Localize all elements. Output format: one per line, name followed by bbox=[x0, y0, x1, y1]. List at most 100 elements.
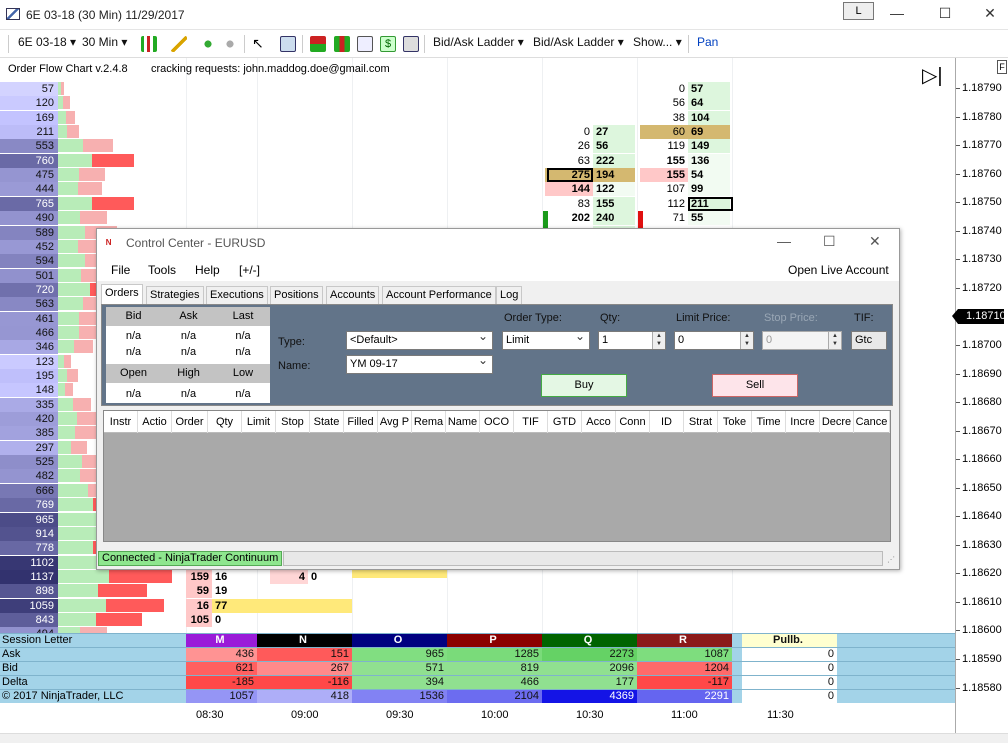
menu-file[interactable]: File bbox=[111, 263, 130, 277]
remove-indicator-icon[interactable] bbox=[222, 36, 238, 52]
menu-expand[interactable]: [+/-] bbox=[239, 263, 260, 277]
orders-grid-column-header[interactable]: Actio bbox=[138, 411, 172, 433]
orders-grid-column-header[interactable]: Avg P bbox=[378, 411, 412, 433]
orders-grid-column-header[interactable]: Toke bbox=[718, 411, 752, 433]
zoom-icon[interactable] bbox=[280, 36, 296, 52]
order-type-label: Order Type: bbox=[504, 312, 562, 324]
tab-strategies[interactable]: Strategies bbox=[146, 286, 204, 304]
qty-spinner-icon[interactable]: ▲ ▼ bbox=[652, 332, 665, 349]
orders-grid-column-header[interactable]: Rema bbox=[412, 411, 446, 433]
orders-grid-column-header[interactable]: ID bbox=[650, 411, 684, 433]
orders-grid-column-header[interactable]: Stop bbox=[276, 411, 310, 433]
qty-label: Qty: bbox=[600, 312, 621, 324]
quote-last-size: n/a bbox=[235, 346, 251, 358]
quote-header-bid: Bid bbox=[125, 310, 142, 322]
orders-grid-column-header[interactable]: Cance bbox=[854, 411, 890, 433]
cursor-icon[interactable]: ↖ bbox=[252, 36, 268, 52]
tif-dropdown[interactable]: Gtc bbox=[851, 331, 887, 350]
profile-bid-bar bbox=[71, 440, 87, 454]
tab-account-performance[interactable]: Account Performance bbox=[382, 286, 496, 304]
session-cell: 2096 bbox=[542, 662, 637, 676]
pencil-icon[interactable] bbox=[171, 36, 187, 52]
candlestick-icon[interactable] bbox=[141, 36, 157, 52]
price-axis[interactable]: 1.18790 1.18780 1.18770 1.18760 1.18750 1.187… bbox=[955, 58, 1008, 733]
maximize-icon[interactable]: ☐ bbox=[935, 5, 955, 23]
axis-flag-icon[interactable]: F bbox=[997, 60, 1007, 74]
show-menu[interactable]: Show... ▾ bbox=[633, 35, 682, 49]
tab-executions[interactable]: Executions bbox=[206, 286, 268, 304]
chart-properties-icon[interactable] bbox=[357, 36, 373, 52]
orders-grid-column-header[interactable]: OCO bbox=[480, 411, 514, 433]
control-center-window[interactable]: ᴺ Control Center - EURUSD — ☐ ✕ File Too… bbox=[96, 228, 900, 570]
tab-positions[interactable]: Positions bbox=[270, 286, 323, 304]
bars-icon[interactable] bbox=[334, 36, 350, 52]
resize-grip-icon[interactable]: ⋰ bbox=[887, 555, 895, 564]
ladder-bid-cell: 71 bbox=[672, 212, 685, 225]
session-row-label: Delta bbox=[2, 676, 28, 688]
session-cell: R bbox=[637, 634, 732, 648]
ladder-ask-cell: 56 bbox=[593, 139, 635, 154]
orders-grid-column-header[interactable]: TIF bbox=[514, 411, 548, 433]
time-axis[interactable]: 08:30 09:00 09:30 10:00 10:30 11:00 11:30 bbox=[0, 703, 955, 733]
orders-grid-column-header[interactable]: Time bbox=[752, 411, 786, 433]
tab-log[interactable]: Log bbox=[496, 286, 523, 304]
orders-grid[interactable]: Instr Actio Order Qty Limit Stop State Filled Av… bbox=[103, 410, 891, 542]
link-button[interactable]: L bbox=[843, 2, 874, 20]
orders-grid-column-header[interactable]: Instr bbox=[104, 411, 138, 433]
orders-grid-column-header[interactable]: Order bbox=[172, 411, 208, 433]
profile-bid-bar bbox=[65, 383, 73, 397]
scroll-end-icon[interactable]: ▷| bbox=[922, 66, 943, 86]
name-dropdown[interactable]: YM 09-17 bbox=[346, 352, 493, 374]
orders-grid-column-header[interactable]: Incre bbox=[786, 411, 820, 433]
bid-ask-ladder-2[interactable]: Bid/Ask Ladder ▾ bbox=[533, 35, 624, 49]
orders-grid-column-header[interactable]: Acco bbox=[582, 411, 616, 433]
orders-grid-column-header[interactable]: Strat bbox=[684, 411, 718, 433]
qty-input[interactable]: 1 ▲ ▼ bbox=[598, 331, 666, 350]
buy-button[interactable]: Buy bbox=[541, 374, 627, 397]
tab-orders[interactable]: Orders bbox=[101, 284, 143, 304]
menu-tools[interactable]: Tools bbox=[148, 263, 176, 277]
interval-selector[interactable]: 30 Min ▾ bbox=[82, 35, 127, 49]
dollar-icon[interactable]: $ bbox=[380, 36, 396, 52]
profile-ask-bar bbox=[58, 526, 99, 540]
orders-grid-column-header[interactable]: Filled bbox=[344, 411, 378, 433]
instrument-selector[interactable]: 6E 03-18 ▾ bbox=[18, 35, 76, 49]
ladder-ask-cell: 0 bbox=[215, 613, 222, 626]
data-box-icon[interactable] bbox=[403, 36, 419, 52]
open-live-account-link[interactable]: Open Live Account bbox=[788, 263, 889, 277]
profile-bid-bar bbox=[106, 598, 164, 612]
time-tick-label: 09:30 bbox=[386, 709, 414, 721]
ladder-bid-cell: 107 bbox=[666, 183, 685, 196]
limit-spinner-icon[interactable]: ▲ ▼ bbox=[740, 332, 753, 349]
ninjatrader-logo-icon: ᴺ bbox=[106, 237, 112, 251]
order-entry-icon[interactable] bbox=[310, 36, 326, 52]
orders-grid-column-header[interactable]: State bbox=[310, 411, 344, 433]
order-type-dropdown[interactable]: Limit bbox=[502, 328, 590, 350]
session-cell: 819 bbox=[447, 662, 542, 676]
orders-grid-column-header[interactable]: Name bbox=[446, 411, 480, 433]
ladder-ask-cell: 54 bbox=[688, 168, 730, 183]
sell-button[interactable]: Sell bbox=[712, 374, 798, 397]
orders-grid-column-header[interactable]: Conn bbox=[616, 411, 650, 433]
orders-grid-column-header[interactable]: Limit bbox=[242, 411, 276, 433]
pan-button[interactable]: Pan bbox=[697, 35, 718, 49]
volume-profile-value: 461 bbox=[0, 311, 58, 326]
tab-accounts[interactable]: Accounts bbox=[326, 286, 380, 304]
minimize-icon[interactable]: — bbox=[887, 5, 907, 23]
volume-profile-value: 589 bbox=[0, 225, 58, 240]
type-dropdown[interactable]: <Default> bbox=[346, 328, 493, 350]
close-icon[interactable]: ✕ bbox=[980, 5, 1000, 23]
horizontal-scrollbar[interactable] bbox=[0, 733, 1008, 743]
menu-help[interactable]: Help bbox=[195, 263, 220, 277]
price-tick-label: 1.18600 bbox=[962, 624, 1002, 637]
orders-grid-column-header[interactable]: Decre bbox=[820, 411, 854, 433]
limit-price-input[interactable]: 0 ▲ ▼ bbox=[674, 331, 754, 350]
ladder-bid-cell: 159 bbox=[186, 569, 212, 584]
bid-ask-ladder-1[interactable]: Bid/Ask Ladder ▾ bbox=[433, 35, 524, 49]
cc-maximize-icon[interactable]: ☐ bbox=[823, 233, 836, 250]
orders-grid-column-header[interactable]: GTD bbox=[548, 411, 582, 433]
cc-minimize-icon[interactable]: — bbox=[777, 233, 791, 249]
add-indicator-icon[interactable] bbox=[200, 36, 216, 52]
orders-grid-column-header[interactable]: Qty bbox=[208, 411, 242, 433]
cc-close-icon[interactable]: ✕ bbox=[869, 233, 881, 250]
